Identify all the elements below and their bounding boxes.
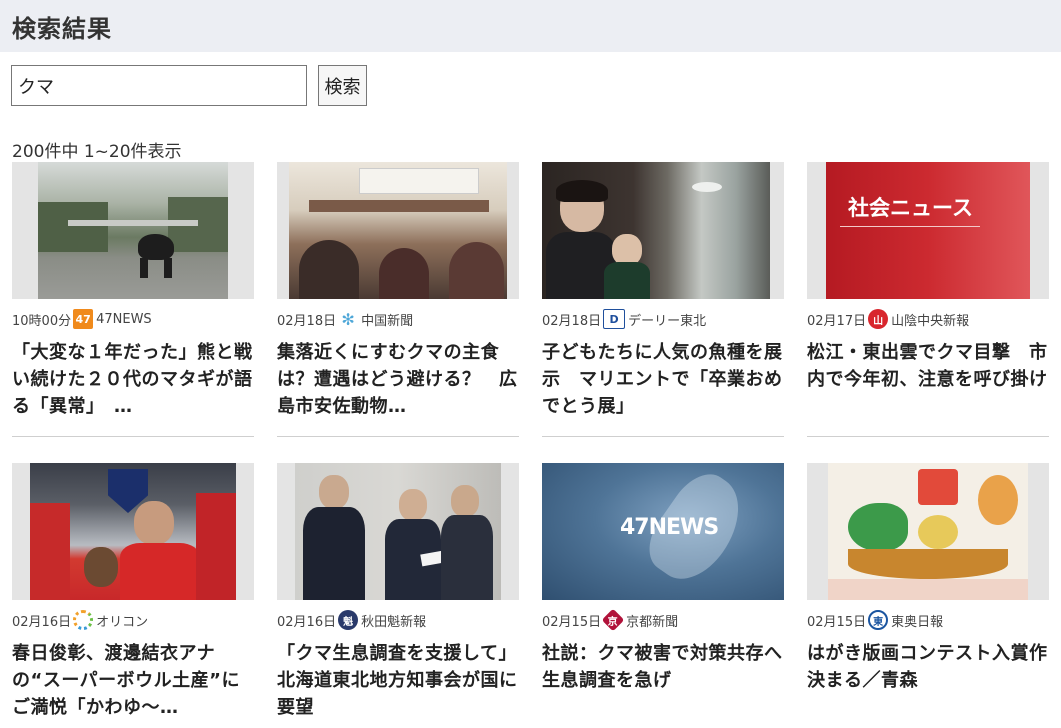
- result-time: 02月16日: [277, 614, 337, 630]
- result-time: 02月16日: [12, 614, 72, 630]
- result-time: 10時00分: [12, 313, 72, 329]
- aquarium-children-photo: [542, 162, 770, 299]
- result-headline[interactable]: はがき版画コンテスト入賞作決まる／青森: [807, 640, 1049, 694]
- result-card[interactable]: 47NEWS 02月15日 京 京都新聞 社説：クマ被害で対策共存へ生息調査を急…: [542, 463, 784, 728]
- result-thumbnail[interactable]: [277, 463, 519, 600]
- result-thumbnail[interactable]: 社会ニュース: [807, 162, 1049, 299]
- toonippo-logo-icon: 東: [868, 610, 889, 630]
- card-divider: [12, 436, 254, 437]
- result-source: 47NEWS: [96, 311, 152, 327]
- result-time: 02月17日: [807, 313, 867, 329]
- search-input[interactable]: [11, 65, 307, 106]
- governors-press-photo: [295, 463, 501, 600]
- akita-sakigake-logo-icon: 魁: [338, 610, 359, 630]
- result-meta: 02月15日 京 京都新聞: [542, 608, 784, 632]
- 47news-logo-icon: 47: [73, 309, 94, 329]
- result-meta: 02月16日 魁 秋田魁新報: [277, 610, 519, 630]
- result-card[interactable]: 02月16日 魁 秋田魁新報 「クマ生息調査を支援して」 北海道東北地方知事会が…: [277, 463, 519, 728]
- result-thumbnail[interactable]: [542, 162, 784, 299]
- 47news-map-banner: 47NEWS: [542, 463, 784, 600]
- woodblock-print-photo: [828, 463, 1028, 600]
- result-time: 02月15日: [542, 614, 602, 630]
- search-button[interactable]: 検索: [318, 65, 367, 106]
- kyoto-shimbun-logo-icon: 京: [601, 608, 625, 632]
- result-headline[interactable]: 春日俊彰、渡邊結衣アナの“スーパーボウル土産”にご満悦「かわゆ〜…: [12, 640, 254, 721]
- chugoku-shimbun-logo-icon: ✻: [341, 309, 355, 329]
- result-card[interactable]: 02月15日 東 東奥日報 はがき版画コンテスト入賞作決まる／青森: [807, 463, 1049, 728]
- result-headline[interactable]: 松江・東出雲でクマ目撃 市内で今年初、注意を呼び掛け: [807, 339, 1049, 393]
- page-header: 検索結果: [0, 0, 1061, 52]
- result-source: 京都新聞: [626, 614, 679, 630]
- football-players-photo: [30, 463, 236, 600]
- result-headline[interactable]: 社説：クマ被害で対策共存へ生息調査を急げ: [542, 640, 784, 694]
- result-time: 02月18日: [542, 313, 602, 329]
- society-news-banner: 社会ニュース: [826, 162, 1030, 299]
- result-source: オリコン: [96, 614, 149, 630]
- page-title: 検索結果: [12, 15, 112, 43]
- daily-tohoku-logo-icon: D: [603, 309, 626, 329]
- result-time: 02月18日: [277, 313, 337, 329]
- result-card[interactable]: 02月18日 D デーリー東北 子どもたちに人気の魚種を展示 マリエントで「卒業…: [542, 162, 784, 445]
- result-thumbnail[interactable]: [12, 463, 254, 600]
- result-source: 中国新聞: [361, 313, 414, 329]
- bear-on-road-photo: [38, 162, 228, 299]
- result-count: 200件中 1~20件表示: [12, 142, 182, 162]
- result-thumbnail[interactable]: [277, 162, 519, 299]
- result-card[interactable]: 社会ニュース 02月17日 山 山陰中央新報 松江・東出雲でクマ目撃 市内で今年…: [807, 162, 1049, 445]
- result-time: 02月15日: [807, 614, 867, 630]
- oricon-logo-icon: [73, 610, 94, 630]
- card-divider: [542, 436, 784, 437]
- thumb-banner-text: 社会ニュース: [848, 196, 973, 220]
- result-meta: 02月17日 山 山陰中央新報: [807, 309, 1049, 329]
- result-headline[interactable]: 集落近くにすむクマの主食は？遭遇はどう避ける？ 広島市安佐動物…: [277, 339, 519, 420]
- thumb-banner-text: 47NEWS: [620, 515, 719, 540]
- result-thumbnail[interactable]: [807, 463, 1049, 600]
- result-source: 秋田魁新報: [361, 614, 427, 630]
- result-meta: 02月18日 D デーリー東北: [542, 309, 784, 329]
- sanin-chuo-logo-icon: 山: [868, 309, 889, 329]
- result-meta: 10時00分 47 47NEWS: [12, 309, 254, 329]
- card-divider: [277, 436, 519, 437]
- result-source: デーリー東北: [628, 313, 707, 329]
- result-card[interactable]: 10時00分 47 47NEWS 「大変な１年だった」熊と戦い続けた２０代のマタ…: [12, 162, 254, 445]
- meeting-hall-photo: [289, 162, 507, 299]
- result-meta: 02月15日 東 東奥日報: [807, 610, 1049, 630]
- result-headline[interactable]: 「クマ生息調査を支援して」 北海道東北地方知事会が国に要望: [277, 640, 519, 721]
- result-thumbnail[interactable]: [12, 162, 254, 299]
- result-card[interactable]: 02月18日 ✻ 中国新聞 集落近くにすむクマの主食は？遭遇はどう避ける？ 広島…: [277, 162, 519, 445]
- card-divider: [807, 436, 1049, 437]
- result-headline[interactable]: 「大変な１年だった」熊と戦い続けた２０代のマタギが語る「異常」 …: [12, 339, 254, 420]
- result-headline[interactable]: 子どもたちに人気の魚種を展示 マリエントで「卒業おめでとう展」: [542, 339, 784, 420]
- result-meta: 02月18日 ✻ 中国新聞: [277, 309, 519, 329]
- result-card[interactable]: 02月16日 オリコン 春日俊彰、渡邊結衣アナの“スーパーボウル土産”にご満悦「…: [12, 463, 254, 728]
- result-source: 山陰中央新報: [891, 313, 970, 329]
- result-thumbnail[interactable]: 47NEWS: [542, 463, 784, 600]
- result-source: 東奥日報: [891, 614, 944, 630]
- result-meta: 02月16日 オリコン: [12, 610, 254, 630]
